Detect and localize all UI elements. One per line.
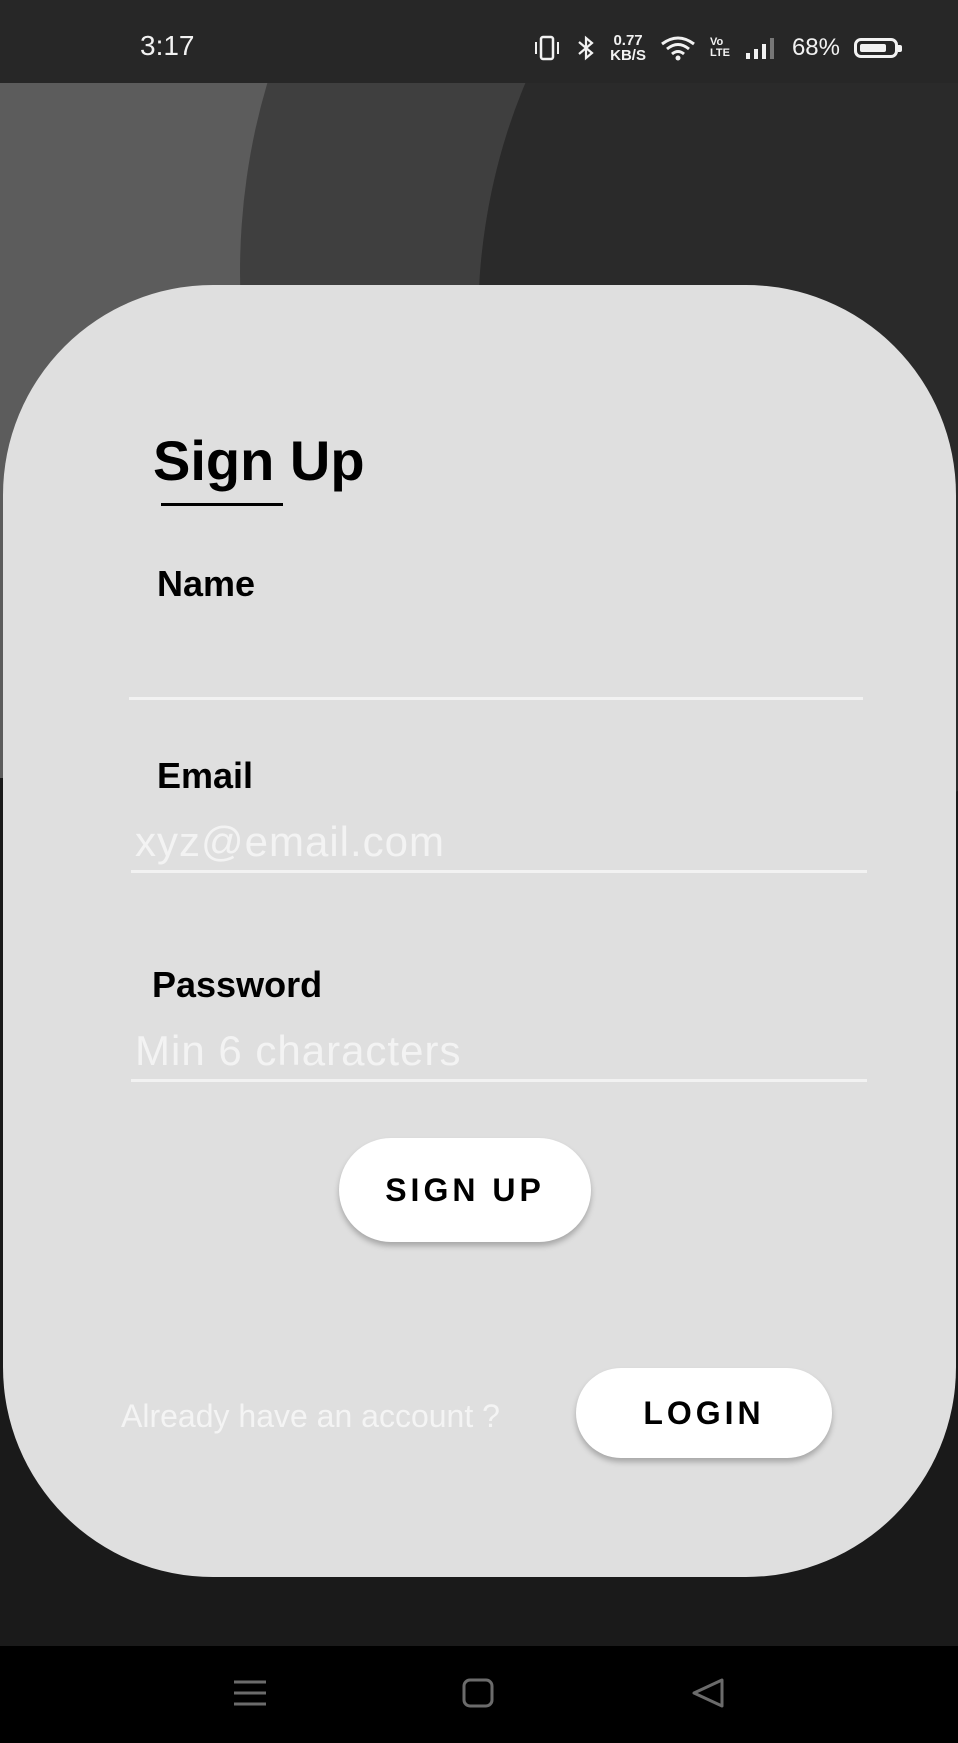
speed-value: 0.77 bbox=[613, 32, 643, 49]
email-label: Email bbox=[157, 755, 254, 796]
battery-icon bbox=[854, 38, 902, 58]
page-title: Sign Up bbox=[153, 429, 365, 492]
email-field-wrapper bbox=[131, 813, 867, 873]
bluetooth-icon bbox=[578, 35, 594, 61]
network-speed: 0.77 KB/S bbox=[610, 33, 646, 63]
home-icon[interactable] bbox=[458, 1676, 498, 1710]
password-input[interactable] bbox=[131, 1022, 867, 1079]
battery-percent: 68% bbox=[791, 34, 840, 61]
title-underline bbox=[161, 503, 283, 506]
vibrate-icon bbox=[535, 35, 560, 61]
navigation-bar bbox=[0, 1646, 958, 1743]
volte-bottom: LTE bbox=[709, 47, 730, 59]
signal-icon bbox=[745, 38, 774, 59]
signup-button[interactable]: SIGN UP bbox=[339, 1138, 591, 1242]
login-prompt: Already have an account ? bbox=[121, 1398, 500, 1434]
email-input[interactable] bbox=[131, 813, 867, 870]
name-field-wrapper bbox=[129, 640, 863, 700]
status-bar: 3:17 0.77 KB/S Vo LTE 68% bbox=[0, 0, 958, 83]
volte-indicator: Vo LTE bbox=[710, 37, 730, 59]
signup-card: Sign Up Name Email Password SIGN UP Alre… bbox=[3, 285, 956, 1577]
back-icon[interactable] bbox=[688, 1676, 728, 1710]
password-field-wrapper bbox=[131, 1022, 867, 1082]
speed-unit: KB/S bbox=[610, 47, 646, 64]
wifi-icon bbox=[661, 36, 695, 61]
status-time: 3:17 bbox=[140, 30, 195, 61]
status-icons: 0.77 KB/S Vo LTE 68% bbox=[532, 30, 902, 66]
login-button[interactable]: LOGIN bbox=[576, 1368, 832, 1458]
name-label: Name bbox=[157, 563, 256, 604]
password-label: Password bbox=[152, 964, 323, 1005]
menu-icon[interactable] bbox=[230, 1676, 270, 1710]
name-input[interactable] bbox=[129, 640, 863, 697]
